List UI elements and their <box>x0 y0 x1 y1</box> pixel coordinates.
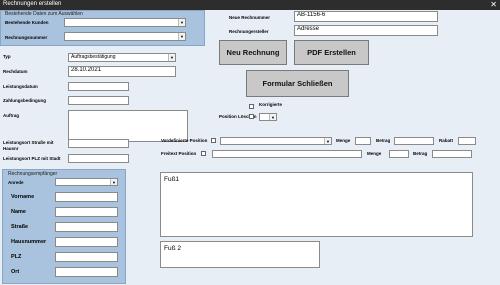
payment-terms-label: Zahlungsbedingung <box>3 98 46 103</box>
creator-field[interactable]: Adresse <box>294 25 438 36</box>
qty-field-1[interactable] <box>355 137 371 145</box>
chevron-down-icon[interactable]: ▼ <box>269 114 276 120</box>
pdf-create-button[interactable]: PDF Erstellen <box>294 40 369 65</box>
customer-dropdown[interactable]: ▼ <box>64 18 186 27</box>
predefined-position-checkbox[interactable] <box>211 138 216 143</box>
service-date-label: Leistungsdatum <box>3 84 38 89</box>
date-field[interactable]: 28.10.2021 <box>68 66 176 77</box>
plz-label: PLZ <box>11 254 22 260</box>
salutation-label: Anrede <box>8 180 24 185</box>
delete-position-checkbox[interactable] <box>249 114 254 119</box>
creator-label: Rechnungersteller <box>229 29 269 34</box>
discount-label: Rabatt <box>439 138 454 143</box>
predefined-position-dropdown[interactable]: ▼ <box>220 137 332 145</box>
type-value: Auftragsbestätigung <box>71 54 116 60</box>
chevron-down-icon[interactable]: ▼ <box>324 138 331 144</box>
predefined-position-label: Vordefinierte Position <box>161 138 208 143</box>
footer-1-textarea[interactable]: Fuß1 <box>160 172 473 237</box>
name-label: Name <box>11 209 26 215</box>
footer-2-textarea[interactable]: Fuß 2 <box>160 241 320 268</box>
corrected-checkbox[interactable] <box>249 104 254 109</box>
house-number-field[interactable] <box>55 237 118 247</box>
house-number-label: Hausnummer <box>11 239 47 245</box>
new-invoice-button[interactable]: Neu Rechnung <box>219 40 287 65</box>
lookup-panel: Bestehende Daten zum Auswählen Bestehend… <box>0 10 205 46</box>
recipient-panel: Rechnungsempfänger Anrede ▼ Vorname Name… <box>2 169 126 284</box>
service-plz-city-field[interactable] <box>68 154 129 163</box>
new-number-field[interactable]: AB-1156-6 <box>294 11 438 22</box>
amount-field-1[interactable] <box>394 137 434 145</box>
close-icon[interactable]: ✕ <box>490 0 497 10</box>
lookup-panel-title: Bestehende Daten zum Auswählen <box>5 11 83 17</box>
chevron-down-icon[interactable]: ▼ <box>178 33 185 40</box>
amount-field-2[interactable] <box>432 150 472 158</box>
service-street-label: Leistungsort Straße mit Hausnr <box>3 140 54 151</box>
delete-position-dropdown[interactable]: ▼ <box>259 113 277 121</box>
customer-label: Bestehende Kunden <box>5 20 49 25</box>
plz-field[interactable] <box>55 252 118 262</box>
free-position-checkbox[interactable] <box>201 151 206 156</box>
window-title: Rechnungen erstellen <box>3 1 62 7</box>
close-form-button[interactable]: Formular Schließen <box>246 70 349 97</box>
first-name-field[interactable] <box>55 192 118 202</box>
order-label: Auftrag <box>3 113 19 118</box>
invoice-number-label: Rechnungsnummer <box>5 35 48 40</box>
payment-terms-field[interactable] <box>68 96 129 105</box>
discount-field[interactable] <box>458 137 476 145</box>
chevron-down-icon[interactable]: ▼ <box>178 19 185 26</box>
service-date-field[interactable] <box>68 82 129 91</box>
title-bar: Rechnungen erstellen ✕ <box>0 0 500 10</box>
type-label: Typ <box>3 54 11 59</box>
free-position-field[interactable] <box>212 150 362 158</box>
new-number-label: Neue Rechnummer <box>229 15 271 20</box>
salutation-dropdown[interactable]: ▼ <box>55 178 118 186</box>
free-position-label: Freitext Position <box>161 151 197 156</box>
city-label: Ort <box>11 269 20 275</box>
date-label: Rechdatum <box>3 69 28 74</box>
amount-label-1: Betrag <box>376 138 391 143</box>
service-plz-city-label: Leistungsort PLZ mit Stadt <box>3 156 61 161</box>
qty-field-2[interactable] <box>389 150 409 158</box>
amount-label-2: Betrag <box>413 151 428 156</box>
chevron-down-icon[interactable]: ▼ <box>168 54 175 61</box>
chevron-down-icon[interactable]: ▼ <box>110 179 117 185</box>
name-field[interactable] <box>55 207 118 217</box>
service-street-field[interactable] <box>68 139 129 148</box>
qty-label-2: Menge <box>367 151 382 156</box>
form-client-area: Bestehende Daten zum Auswählen Bestehend… <box>0 10 500 285</box>
qty-label-1: Menge <box>336 138 351 143</box>
corrected-label: Korrigierte <box>259 102 283 107</box>
street-field[interactable] <box>55 222 118 232</box>
street-label: Straße <box>11 224 29 230</box>
recipient-panel-title: Rechnungsempfänger <box>8 171 58 177</box>
city-field[interactable] <box>55 267 118 277</box>
type-dropdown[interactable]: Auftragsbestätigung ▼ <box>68 53 176 62</box>
invoice-number-dropdown[interactable]: ▼ <box>64 32 186 41</box>
first-name-label: Vorname <box>11 194 35 200</box>
